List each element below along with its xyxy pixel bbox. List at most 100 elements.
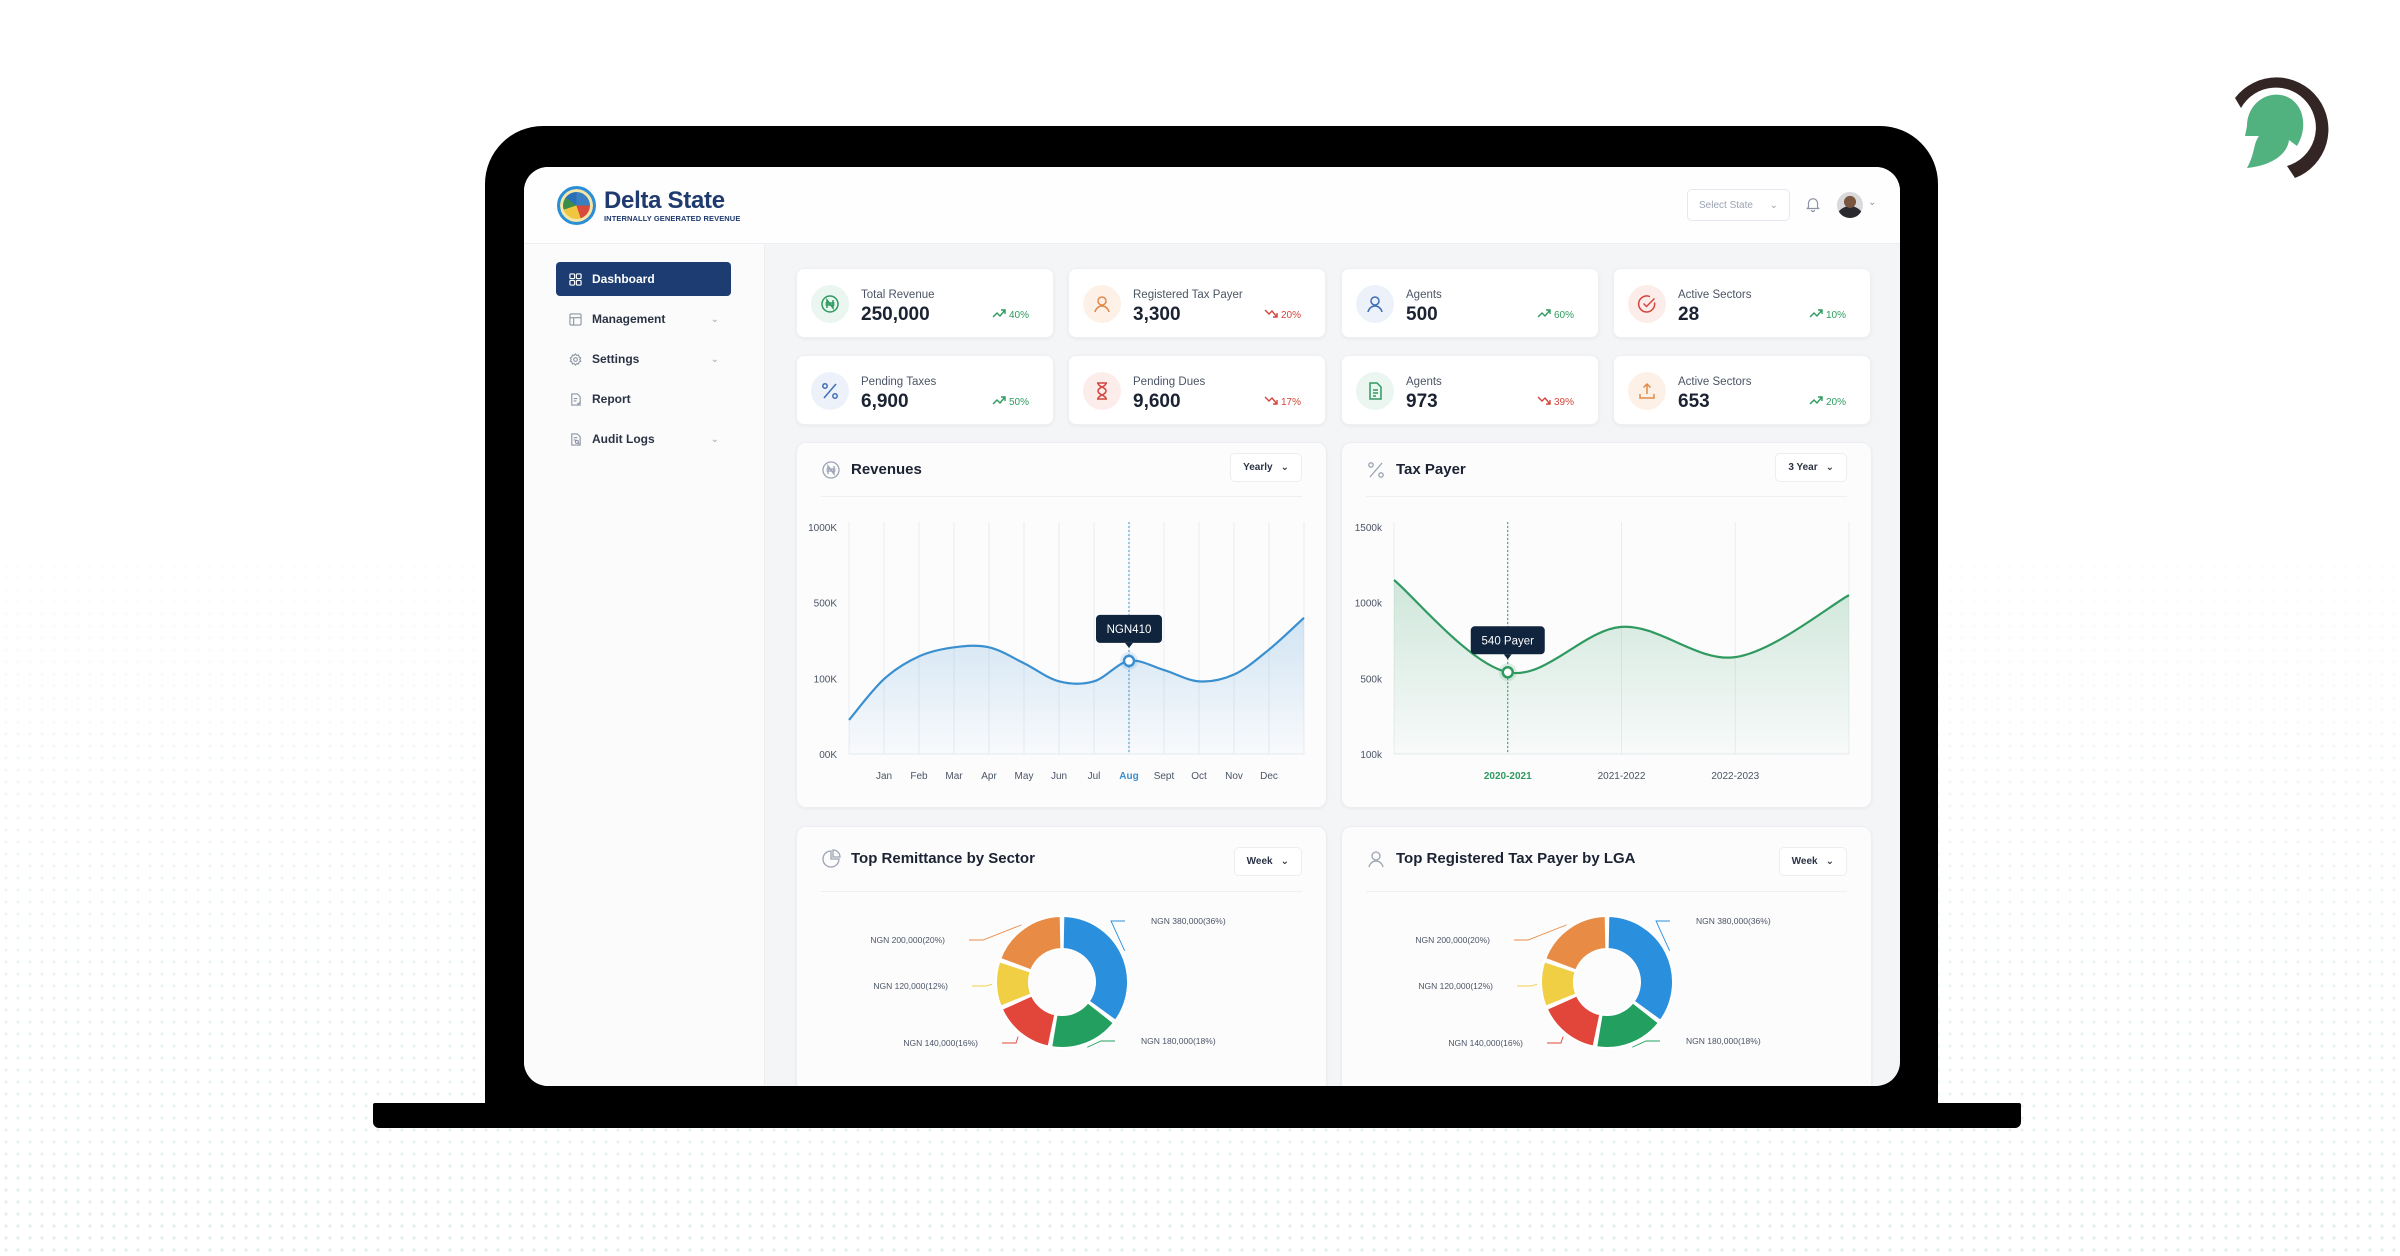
dropdown-value: Yearly bbox=[1243, 462, 1273, 473]
x-tick-label: Jun bbox=[1051, 771, 1067, 782]
y-tick-label: 1000k bbox=[1355, 599, 1383, 610]
stat-label: Total Revenue bbox=[861, 289, 935, 301]
period-dropdown[interactable]: Week ⌄ bbox=[1778, 847, 1847, 876]
stat-value: 250,000 bbox=[861, 304, 930, 325]
highlight-point bbox=[1122, 654, 1136, 668]
taxpayer-chart: 1500k 1000k 500k 100k 2020-2021 2021-2022 2022… bbox=[1355, 522, 1850, 782]
trend-value: 39% bbox=[1553, 396, 1574, 408]
panel-header: Tax Payer 3 Year ⌄ bbox=[1366, 443, 1847, 497]
slice-label: NGN 140,000(16%) bbox=[1448, 1038, 1523, 1048]
slice-label: NGN 380,000(36%) bbox=[1696, 916, 1771, 926]
gear-icon bbox=[568, 352, 582, 366]
chevron-down-icon: ⌄ bbox=[710, 313, 719, 325]
panel-title: Top Remittance by Sector bbox=[851, 850, 1035, 867]
trend-value: 50% bbox=[1008, 396, 1029, 408]
stat-value: 9,600 bbox=[1133, 391, 1181, 412]
stat-card[interactable]: Registered Tax Payer 3,300 20% bbox=[1068, 268, 1326, 338]
stat-label: Pending Dues bbox=[1133, 376, 1206, 388]
y-tick-label: 100k bbox=[1360, 750, 1383, 761]
slice-label: NGN 180,000(18%) bbox=[1686, 1036, 1761, 1046]
brand-logo-icon bbox=[2235, 77, 2329, 178]
upload-icon bbox=[1628, 372, 1666, 410]
trend-down-icon bbox=[1264, 309, 1278, 321]
sidebar-item-settings[interactable]: Settings ⌄ bbox=[556, 342, 731, 376]
top-header: Delta State INTERNALLY GENERATED REVENUE… bbox=[524, 167, 1900, 244]
label-leader-line bbox=[972, 983, 993, 987]
dropdown-value: Week bbox=[1246, 856, 1273, 867]
chevron-down-icon: ⌄ bbox=[1769, 199, 1778, 211]
stat-label: Agents bbox=[1406, 376, 1442, 388]
donut-slice bbox=[1606, 914, 1674, 1023]
sidebar-item-report[interactable]: Report bbox=[556, 382, 731, 416]
audit-icon bbox=[568, 432, 582, 446]
stat-card[interactable]: Active Sectors 653 20% bbox=[1613, 355, 1871, 425]
period-dropdown[interactable]: 3 Year ⌄ bbox=[1775, 453, 1847, 482]
y-tick-label: 1500k bbox=[1355, 523, 1383, 534]
percent-icon bbox=[1368, 462, 1384, 478]
slice-label: NGN 380,000(36%) bbox=[1151, 916, 1226, 926]
dropdown-value: 3 Year bbox=[1788, 462, 1818, 473]
stat-label: Registered Tax Payer bbox=[1133, 289, 1243, 301]
sidebar-item-audit-logs[interactable]: Audit Logs ⌄ bbox=[556, 422, 731, 456]
label-leader-line bbox=[1002, 1036, 1019, 1044]
sidebar-item-label: Report bbox=[592, 392, 631, 406]
select-state-dropdown[interactable]: Select State ⌄ bbox=[1687, 189, 1790, 221]
x-tick-label: 2022-2023 bbox=[1711, 771, 1759, 782]
percent-icon bbox=[811, 372, 849, 410]
stat-value: 973 bbox=[1406, 391, 1438, 412]
area-fill bbox=[849, 617, 1304, 754]
bell-icon[interactable] bbox=[1804, 195, 1822, 213]
revenues-panel: Revenues Yearly ⌄ 1000K 500K 100K 00K Jan Feb M… bbox=[796, 442, 1327, 808]
x-tick-label: 2020-2021 bbox=[1484, 771, 1532, 782]
stat-card[interactable]: Pending Taxes 6,900 50% bbox=[796, 355, 1054, 425]
donut-slice bbox=[998, 914, 1063, 972]
stat-card[interactable]: Agents 500 60% bbox=[1341, 268, 1599, 338]
sidebar: Dashboard Management ⌄ Settings ⌄ Report… bbox=[524, 244, 765, 1086]
slice-label: NGN 120,000(12%) bbox=[873, 981, 948, 991]
stat-trend: 20% bbox=[1264, 309, 1301, 321]
stat-value: 6,900 bbox=[861, 391, 909, 412]
y-tick-label: 1000K bbox=[808, 523, 837, 534]
x-tick-label: Mar bbox=[945, 771, 963, 782]
donut-slice bbox=[1543, 914, 1608, 972]
x-tick-label: May bbox=[1015, 771, 1034, 782]
donut-slice bbox=[1061, 914, 1129, 1023]
sidebar-item-dashboard[interactable]: Dashboard bbox=[556, 262, 731, 296]
chevron-down-icon: ⌄ bbox=[1280, 856, 1289, 867]
trend-up-icon bbox=[992, 396, 1006, 408]
highlight-point bbox=[1501, 666, 1514, 679]
panel-title: Tax Payer bbox=[1396, 461, 1466, 478]
slice-label: NGN 120,000(12%) bbox=[1418, 981, 1493, 991]
x-tick-label: Jan bbox=[876, 771, 892, 782]
chevron-down-icon[interactable]: ⌄ bbox=[1868, 197, 1876, 208]
stat-label: Pending Taxes bbox=[861, 376, 937, 388]
period-dropdown[interactable]: Week ⌄ bbox=[1233, 847, 1302, 876]
trend-up-icon bbox=[1809, 396, 1823, 408]
laptop-base bbox=[373, 1103, 2021, 1128]
period-dropdown[interactable]: Yearly ⌄ bbox=[1230, 453, 1302, 482]
trend-value: 17% bbox=[1280, 396, 1301, 408]
app-title: Delta State bbox=[604, 186, 725, 214]
app-logo[interactable]: Delta State INTERNALLY GENERATED REVENUE bbox=[557, 186, 740, 225]
sidebar-item-label: Settings bbox=[592, 352, 640, 366]
stat-card[interactable]: Total Revenue 250,000 40% bbox=[796, 268, 1054, 338]
taxpayer-panel: Tax Payer 3 Year ⌄ 1500k 1000k 500k 100k 2020… bbox=[1341, 442, 1872, 808]
pie-chart-icon bbox=[822, 849, 841, 868]
x-tick-label: Sept bbox=[1154, 771, 1175, 782]
stat-trend: 20% bbox=[1809, 396, 1846, 408]
slice-label: NGN 180,000(18%) bbox=[1141, 1036, 1216, 1046]
stat-card[interactable]: Agents 973 39% bbox=[1341, 355, 1599, 425]
panel-title: Revenues bbox=[851, 461, 922, 478]
stat-card[interactable]: Active Sectors 28 10% bbox=[1613, 268, 1871, 338]
stat-label: Active Sectors bbox=[1678, 376, 1752, 388]
document-icon bbox=[1356, 372, 1394, 410]
stat-trend: 40% bbox=[992, 309, 1029, 321]
sidebar-item-management[interactable]: Management ⌄ bbox=[556, 302, 731, 336]
stat-card[interactable]: Pending Dues 9,600 17% bbox=[1068, 355, 1326, 425]
y-tick-label: 100K bbox=[814, 674, 838, 685]
avatar[interactable] bbox=[1837, 192, 1863, 218]
panel-header: Top Remittance by Sector Week ⌄ bbox=[821, 827, 1302, 892]
remittance-panel: Top Remittance by Sector Week ⌄ NGN 380,0… bbox=[796, 826, 1327, 1086]
app-screen: Delta State INTERNALLY GENERATED REVENUE… bbox=[524, 167, 1900, 1086]
trend-value: 20% bbox=[1280, 309, 1301, 321]
